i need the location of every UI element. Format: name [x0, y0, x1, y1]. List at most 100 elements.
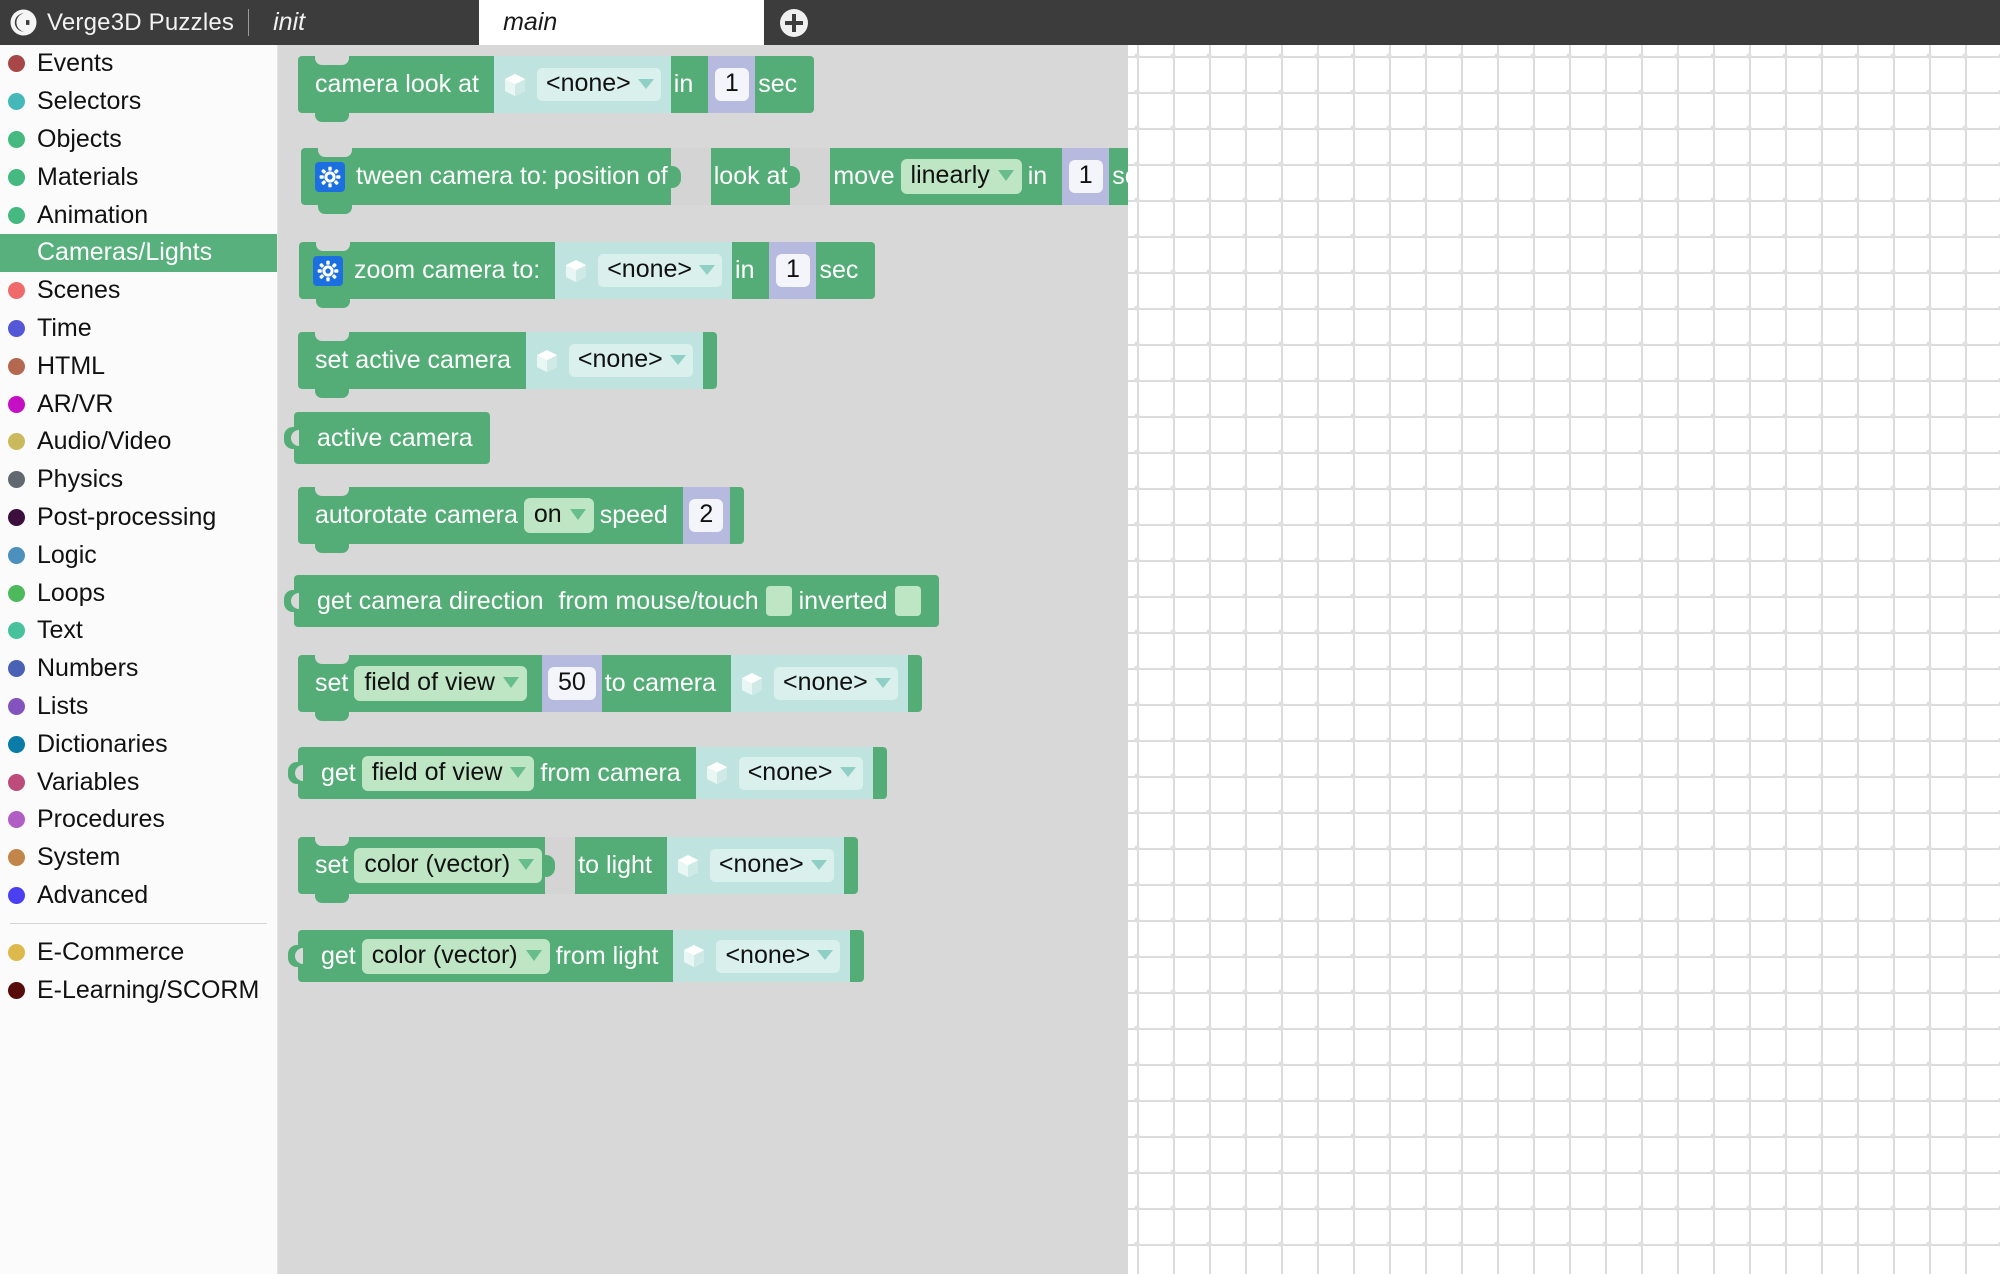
sidebar-item-advanced[interactable]: Advanced	[0, 877, 277, 915]
sidebar-item-system[interactable]: System	[0, 839, 277, 877]
category-color-dot	[8, 811, 25, 829]
object-value: <none>	[718, 850, 804, 878]
sidebar-item-label: Physics	[37, 465, 124, 494]
object-selector-field[interactable]: <none>	[525, 332, 703, 389]
light-property-dropdown[interactable]: color (vector)	[361, 938, 550, 974]
block-active-camera[interactable]: active camera	[284, 412, 490, 464]
block-set-light-color[interactable]: set color (vector) to light <none>	[298, 837, 858, 903]
light-property-dropdown[interactable]: color (vector)	[354, 848, 543, 883]
tab-init[interactable]: init	[249, 0, 479, 45]
add-tab-button[interactable]	[764, 0, 824, 45]
chevron-down-icon	[518, 859, 535, 870]
sidebar-item-scenes[interactable]: Scenes	[0, 272, 277, 310]
sidebar-item-procedures[interactable]: Procedures	[0, 801, 277, 839]
object-value-pill[interactable]: <none>	[568, 344, 693, 377]
block-tween-camera[interactable]: tween camera to: position of look at mov…	[301, 148, 1128, 214]
sidebar-item-lists[interactable]: Lists	[0, 688, 277, 726]
from-mouse-touch-checkbox[interactable]	[765, 586, 792, 616]
number-value[interactable]: 50	[547, 667, 596, 700]
gear-icon[interactable]	[315, 161, 345, 192]
block-get-camera-direction[interactable]: get camera direction from mouse/touch in…	[284, 575, 939, 627]
sidebar-item-events[interactable]: Events	[0, 45, 277, 83]
empty-socket-position[interactable]	[669, 148, 711, 205]
object-selector-field[interactable]: <none>	[666, 837, 844, 894]
block-label-in: in	[673, 70, 694, 98]
block-label-sec: sec	[758, 70, 798, 98]
number-value[interactable]: 1	[714, 68, 749, 101]
block-camera-look-at[interactable]: camera look at <none> in 1 sec	[298, 56, 815, 122]
object-value-pill[interactable]: <none>	[716, 939, 841, 973]
object-value-pill[interactable]: <none>	[536, 68, 661, 101]
empty-socket-lookat[interactable]	[789, 148, 831, 205]
block-autorotate-camera[interactable]: autorotate camera on speed 2	[298, 487, 744, 553]
number-field[interactable]: 1	[1062, 148, 1110, 205]
sidebar-item-variables[interactable]: Variables	[0, 763, 277, 801]
object-selector-field[interactable]: <none>	[673, 930, 851, 982]
category-color-dot	[8, 168, 25, 186]
number-field[interactable]: 2	[682, 487, 730, 544]
number-field[interactable]: 1	[708, 56, 756, 113]
easing-dropdown[interactable]: linearly	[900, 159, 1022, 194]
sidebar-item-text[interactable]: Text	[0, 612, 277, 650]
object-selector-field[interactable]: <none>	[695, 747, 873, 799]
sidebar-item-audio-video[interactable]: Audio/Video	[0, 423, 277, 461]
sidebar-item-label: Procedures	[37, 805, 165, 834]
sidebar-item-numbers[interactable]: Numbers	[0, 650, 277, 688]
sidebar-item-cameras-lights[interactable]: Cameras/Lights	[0, 233, 277, 272]
sidebar-item-label: Post-processing	[37, 502, 217, 531]
blockly-workspace[interactable]	[1128, 45, 2000, 1274]
number-field[interactable]: 1	[769, 242, 817, 299]
object-selector-field[interactable]: <none>	[493, 56, 671, 113]
sidebar-item-label: Materials	[37, 162, 139, 191]
block-set-active-camera[interactable]: set active camera <none>	[298, 332, 717, 398]
object-value: <none>	[782, 668, 868, 696]
toolbox-sidebar[interactable]: Events Selectors Objects Materials Animation…	[0, 45, 278, 1274]
object-value-pill[interactable]: <none>	[598, 254, 723, 287]
sidebar-item-dictionaries[interactable]: Dictionaries	[0, 725, 277, 763]
object-selector-field[interactable]: <none>	[555, 242, 733, 299]
object-value: <none>	[577, 345, 663, 373]
sidebar-item-objects[interactable]: Objects	[0, 121, 277, 159]
sidebar-item-logic[interactable]: Logic	[0, 536, 277, 574]
number-value[interactable]: 1	[776, 254, 810, 287]
block-label-in: in	[735, 256, 755, 284]
autorotate-state-dropdown[interactable]: on	[523, 498, 594, 533]
category-color-dot	[8, 981, 25, 999]
object-value-pill[interactable]: <none>	[709, 849, 834, 882]
sidebar-item-animation[interactable]: Animation	[0, 196, 277, 234]
camera-property-value: field of view	[364, 668, 495, 696]
object-value-pill[interactable]: <none>	[738, 756, 863, 790]
sidebar-item-loops[interactable]: Loops	[0, 574, 277, 612]
sidebar-item-time[interactable]: Time	[0, 310, 277, 348]
sidebar-item-post-processing[interactable]: Post-processing	[0, 499, 277, 537]
sidebar-item-physics[interactable]: Physics	[0, 461, 277, 499]
block-label: set	[315, 669, 349, 697]
block-label: get camera direction	[317, 586, 544, 615]
number-value[interactable]: 1	[1068, 160, 1103, 193]
chevron-down-icon	[525, 949, 542, 961]
block-get-light-color[interactable]: get color (vector) from light <none>	[287, 930, 865, 982]
block-get-field-of-view[interactable]: get field of view from camera <none>	[288, 747, 887, 799]
category-color-dot	[8, 395, 25, 413]
object-value-pill[interactable]: <none>	[773, 667, 898, 700]
sidebar-item-materials[interactable]: Materials	[0, 158, 277, 196]
chevron-down-icon	[569, 509, 586, 520]
sidebar-item-selectors[interactable]: Selectors	[0, 83, 277, 121]
gear-icon[interactable]	[313, 255, 343, 286]
sidebar-item-html[interactable]: HTML	[0, 347, 277, 385]
block-set-field-of-view[interactable]: set field of view 50 to camera <none>	[298, 655, 922, 721]
cube-icon	[681, 943, 707, 969]
number-field[interactable]: 50	[541, 655, 602, 712]
sidebar-item-e-learning-scorm[interactable]: E-Learning/SCORM	[0, 971, 277, 1009]
inverted-checkbox[interactable]	[894, 586, 921, 616]
camera-property-dropdown[interactable]: field of view	[354, 666, 527, 701]
block-palette-flyout[interactable]: camera look at <none> in 1 sec tween cam…	[278, 45, 1128, 1274]
tab-main[interactable]: main	[479, 0, 765, 45]
number-value[interactable]: 2	[689, 499, 724, 532]
sidebar-item-e-commerce[interactable]: E-Commerce	[0, 933, 277, 971]
object-selector-field[interactable]: <none>	[730, 655, 908, 712]
block-zoom-camera[interactable]: zoom camera to: <none> in 1 sec	[299, 242, 876, 308]
empty-socket-color[interactable]	[544, 837, 576, 894]
sidebar-item-ar-vr[interactable]: AR/VR	[0, 385, 277, 423]
camera-property-dropdown[interactable]: field of view	[361, 755, 535, 791]
